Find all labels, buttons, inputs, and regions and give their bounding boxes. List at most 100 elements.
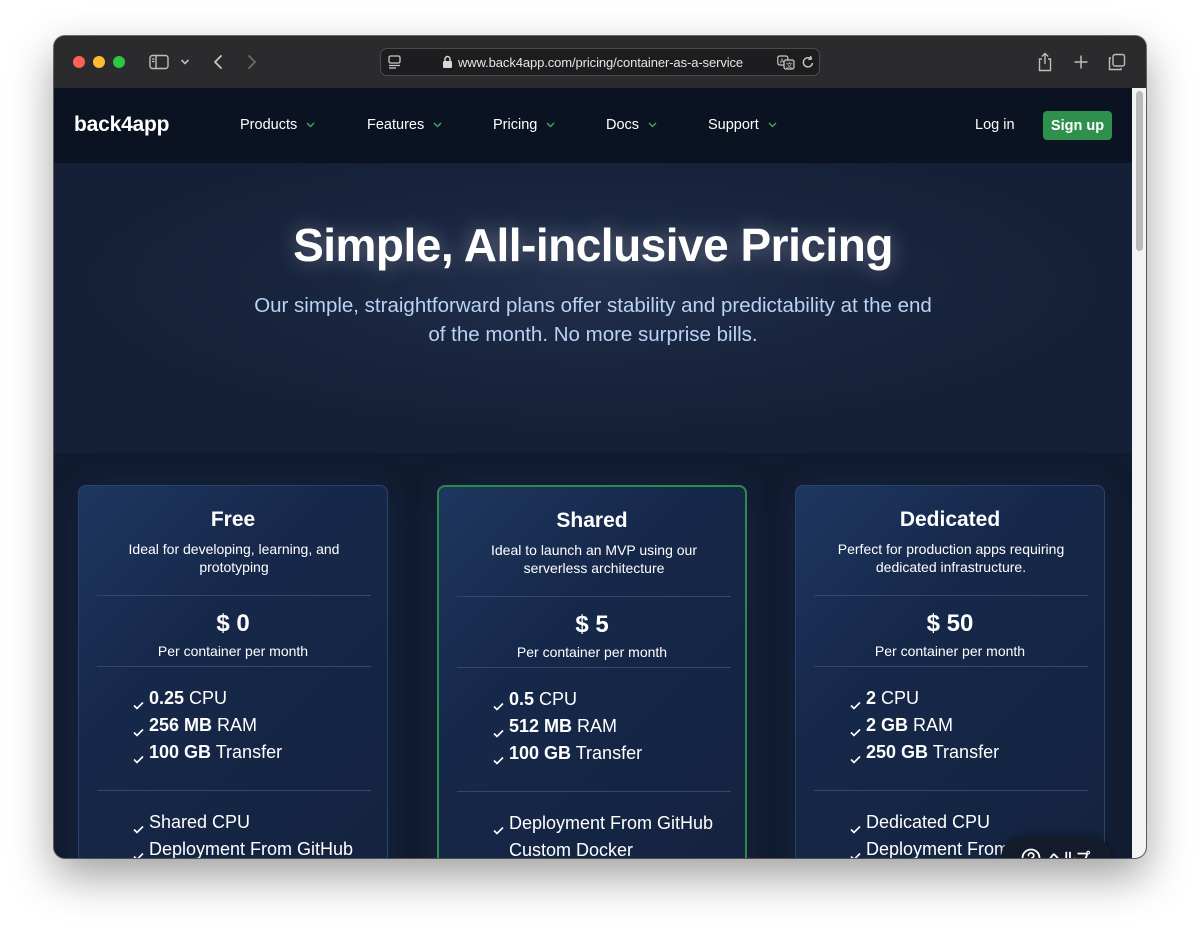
spec-unit: CPU <box>534 689 578 709</box>
sidebar-toggle-icon[interactable] <box>148 50 170 74</box>
check-icon <box>850 845 861 858</box>
site-logo[interactable]: back4app <box>74 113 169 137</box>
check-icon <box>493 749 504 770</box>
nav-support[interactable]: Support <box>708 117 777 133</box>
spec-value: 250 GB <box>866 742 929 762</box>
chevron-down-icon <box>433 116 442 132</box>
back-arrow-icon[interactable] <box>208 50 228 74</box>
signup-button[interactable]: Sign up <box>1043 111 1112 140</box>
spec-unit: RAM <box>572 716 618 736</box>
plan-card-shared: Shared Ideal to launch an MVP using our … <box>437 485 747 858</box>
divider <box>457 791 731 792</box>
feature-label: Deployment From GitHub <box>149 839 354 858</box>
plan-name: Shared <box>556 509 628 532</box>
share-icon[interactable] <box>1034 50 1056 74</box>
chevron-down-icon[interactable] <box>178 50 192 74</box>
check-icon <box>850 721 861 742</box>
help-button[interactable]: ヘルプ <box>1001 836 1111 858</box>
check-icon <box>493 722 504 743</box>
check-icon <box>850 748 861 769</box>
check-icon <box>850 694 861 715</box>
nav-docs[interactable]: Docs <box>606 117 657 133</box>
url-text[interactable]: www.back4app.com/pricing/container-as-a-… <box>458 55 743 70</box>
help-label: ヘルプ <box>1048 850 1090 858</box>
forward-arrow-icon[interactable] <box>242 50 262 74</box>
zoom-window-button[interactable] <box>113 56 125 68</box>
spec-value: 2 GB <box>866 715 909 735</box>
spec-value: 2 <box>866 688 877 708</box>
spec-unit: CPU <box>184 688 228 708</box>
page-scrollbar[interactable] <box>1132 88 1146 858</box>
page-menu-icon[interactable] <box>387 55 403 74</box>
divider <box>97 666 371 667</box>
plan-price: $ 5 <box>575 611 609 638</box>
check-icon <box>133 721 144 742</box>
nav-features[interactable]: Features <box>367 117 442 133</box>
address-bar[interactable]: www.back4app.com/pricing/container-as-a-… <box>380 48 820 76</box>
scrollbar-thumb[interactable] <box>1136 91 1143 251</box>
browser-toolbar: www.back4app.com/pricing/container-as-a-… <box>54 36 1146 89</box>
nav-support-label: Support <box>708 117 759 133</box>
new-tab-plus-icon[interactable] <box>1070 50 1092 74</box>
plan-description: Ideal for developing, learning, and prot… <box>128 541 340 575</box>
plan-description: Ideal to launch an MVP using our serverl… <box>491 542 697 576</box>
page-title: Simple, All-inclusive Pricing <box>293 219 893 271</box>
divider <box>814 666 1088 667</box>
feature-label: Custom Docker <box>509 840 634 858</box>
question-circle-icon <box>1021 848 1041 858</box>
plan-price-period: Per container per month <box>874 643 1026 659</box>
check-icon <box>133 748 144 769</box>
reload-icon[interactable] <box>801 55 815 75</box>
plan-name: Dedicated <box>899 508 1001 531</box>
feature-label: Shared CPU <box>149 812 251 832</box>
minimize-window-button[interactable] <box>93 56 105 68</box>
browser-window: www.back4app.com/pricing/container-as-a-… <box>54 36 1146 858</box>
chevron-down-icon <box>648 116 657 132</box>
divider <box>457 596 731 597</box>
spec-value: 256 MB <box>149 715 213 735</box>
site-navbar: back4app Products Features Pricing Docs … <box>54 88 1132 163</box>
login-link[interactable]: Log in <box>975 117 1015 133</box>
translate-icon[interactable]: A文 <box>777 55 795 75</box>
plan-card-dedicated: Dedicated Perfect for production apps re… <box>795 485 1105 858</box>
divider <box>814 595 1088 596</box>
spec-value: 100 GB <box>509 743 572 763</box>
nav-features-label: Features <box>367 117 425 133</box>
chevron-down-icon <box>546 116 555 132</box>
nav-pricing[interactable]: Pricing <box>493 117 555 133</box>
lock-icon <box>442 55 453 74</box>
plan-name: Free <box>210 508 256 531</box>
tab-overview-icon[interactable] <box>1106 50 1128 74</box>
check-icon <box>133 845 144 858</box>
spec-value: 0.25 <box>149 688 185 708</box>
spec-unit: Transfer <box>211 742 283 762</box>
plan-card-free: Free Ideal for developing, learning, and… <box>78 485 388 858</box>
nav-products-label: Products <box>240 117 298 133</box>
spec-value: 100 GB <box>149 742 212 762</box>
nav-docs-label: Docs <box>606 117 640 133</box>
plan-price-period: Per container per month <box>157 643 309 659</box>
plan-price: $ 50 <box>926 610 974 637</box>
check-icon <box>133 694 144 715</box>
chevron-down-icon <box>768 116 777 132</box>
spec-unit: Transfer <box>928 742 1000 762</box>
hero-section: Simple, All-inclusive Pricing Our simple… <box>54 163 1132 453</box>
chevron-down-icon <box>306 116 315 132</box>
spec-unit: CPU <box>876 688 920 708</box>
spec-unit: RAM <box>212 715 258 735</box>
plan-description: Perfect for production apps requiring de… <box>837 541 1065 575</box>
divider <box>457 667 731 668</box>
close-window-button[interactable] <box>73 56 85 68</box>
nav-pricing-label: Pricing <box>493 117 538 133</box>
svg-text:文: 文 <box>786 60 793 69</box>
nav-products[interactable]: Products <box>240 117 315 133</box>
check-icon <box>133 818 144 839</box>
divider <box>97 595 371 596</box>
spec-unit: Transfer <box>571 743 643 763</box>
divider <box>97 790 371 791</box>
spec-value: 512 MB <box>509 716 573 736</box>
spec-value: 0.5 <box>509 689 535 709</box>
feature-label: Deployment From GitHub <box>509 813 714 833</box>
plan-price-period: Per container per month <box>516 644 668 660</box>
divider <box>814 790 1088 791</box>
